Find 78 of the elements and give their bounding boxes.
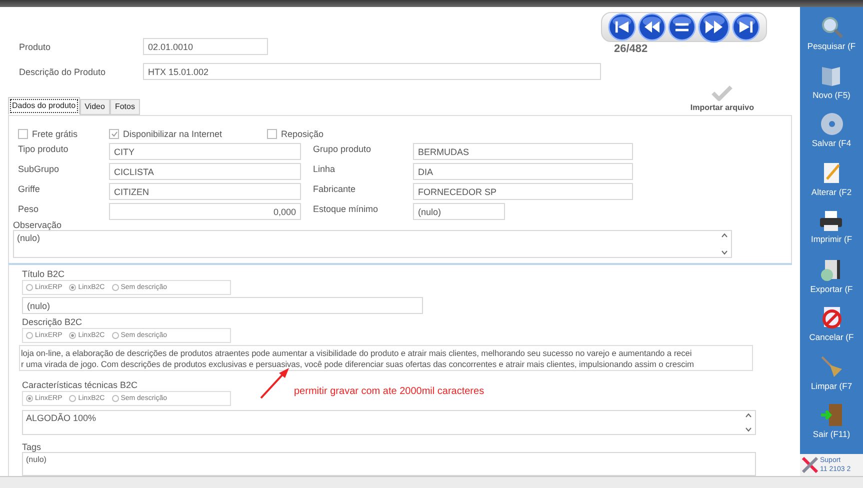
- field-label: Observação: [13, 220, 63, 230]
- checkbox[interactable]: [109, 129, 119, 140]
- sidebar-action-button[interactable]: Novo (F5): [812, 58, 850, 106]
- radio-button[interactable]: [69, 332, 76, 339]
- section-label: Título B2C: [22, 269, 66, 279]
- checkbox-label: Frete grátis: [32, 129, 78, 140]
- door-icon: [820, 403, 844, 428]
- checkbox-label: Disponibilizar na Internet: [123, 129, 222, 140]
- import-file-label[interactable]: Importar arquivo: [690, 103, 754, 112]
- radio-button[interactable]: [26, 395, 33, 402]
- tab[interactable]: Dados do produto: [8, 97, 80, 116]
- section-label: Descrição B2C: [22, 317, 84, 327]
- radio-button[interactable]: [112, 284, 119, 291]
- broom-icon: [820, 354, 844, 379]
- radio-button[interactable]: [69, 395, 76, 402]
- field-label: Descrição do Produto: [19, 66, 107, 76]
- search-icon: [820, 15, 844, 40]
- description-field[interactable]: loja on-line, a elaboração de descrições de produtos atraentes pode aumentar a visibilidade do produto e atrair mais clientes, melhorando seu sucesso no varejo e aumentando a recei r uma virada de jogo. Com descrições de produtos exclusivas e persuasivas, você pode diferenciar suas ofertas das concorrentes e atrair mais clientes, impulsionando assim o crescim: [19, 345, 753, 371]
- sidebar-action-button[interactable]: Cancelar (F: [809, 300, 854, 348]
- input-field[interactable]: CITIZEN: [109, 183, 301, 200]
- checkbox[interactable]: [267, 129, 277, 140]
- record-counter: 26/482: [614, 43, 648, 55]
- field-label: Tipo produto: [18, 143, 70, 156]
- prohibited-icon: [820, 306, 842, 330]
- title-field[interactable]: (nulo): [22, 297, 423, 314]
- field-label: Estoque mínimo: [313, 203, 380, 216]
- scroll-up-icon[interactable]: [745, 413, 752, 418]
- x-logo-icon: [802, 457, 818, 473]
- scroll-up-icon[interactable]: [721, 233, 728, 238]
- field-label: SubGrupo: [18, 163, 60, 176]
- input-field[interactable]: CITY: [109, 143, 301, 160]
- pencil-page-icon: [822, 160, 842, 185]
- radio-button[interactable]: [112, 395, 119, 402]
- tab[interactable]: Fotos: [110, 99, 140, 116]
- sidebar-action-button[interactable]: Pesquisar (F: [807, 9, 856, 58]
- input-field[interactable]: HTX 15.01.002: [143, 63, 601, 80]
- tags-field[interactable]: (nulo): [22, 452, 756, 476]
- scroll-down-icon[interactable]: [721, 250, 728, 256]
- input-field[interactable]: (nulo): [413, 203, 505, 220]
- disc-icon: [820, 112, 844, 136]
- sidebar-action-button[interactable]: Salvar (F4: [812, 106, 852, 154]
- next-record-button[interactable]: [698, 11, 730, 43]
- first-record-button[interactable]: [608, 13, 636, 41]
- radio-button[interactable]: [112, 332, 119, 339]
- field-label: Grupo produto: [313, 143, 372, 156]
- input-field[interactable]: 0,000: [109, 203, 301, 220]
- radio-button[interactable]: [69, 284, 76, 291]
- checkmark-icon[interactable]: [711, 85, 734, 102]
- printer-icon: [819, 210, 844, 232]
- annotation-text: permitir gravar com ate 2000mil caracteres: [294, 386, 484, 397]
- input-field[interactable]: BERMUDAS: [413, 143, 633, 160]
- input-field[interactable]: DIA: [413, 163, 633, 180]
- last-record-button[interactable]: [732, 13, 760, 41]
- field-label: Produto: [19, 42, 52, 52]
- section-label: Tags: [22, 442, 42, 452]
- sidebar-action-button[interactable]: Alterar (F2: [811, 154, 852, 203]
- sidebar-action-button[interactable]: Exportar (F: [810, 252, 853, 300]
- field-label: Peso: [18, 203, 40, 216]
- radio-button[interactable]: [26, 284, 33, 291]
- previous-record-button[interactable]: [638, 13, 666, 41]
- checkbox-label: Reposição: [281, 129, 324, 140]
- input-field[interactable]: 02.01.0010: [143, 38, 268, 55]
- radio-button[interactable]: [26, 332, 33, 339]
- observation-field[interactable]: (nulo): [13, 230, 732, 258]
- field-label: Griffe: [18, 183, 41, 196]
- sidebar-action-button[interactable]: Imprimir (F: [810, 203, 852, 252]
- input-field[interactable]: FORNECEDOR SP: [413, 183, 633, 200]
- section-label: Características técnicas B2C: [22, 380, 139, 390]
- list-record-button[interactable]: [668, 13, 696, 41]
- checkbox[interactable]: [18, 129, 28, 140]
- sidebar-action-button[interactable]: Sair (F11): [812, 397, 850, 446]
- sidebar-action-button[interactable]: Limpar (F7: [810, 348, 852, 397]
- field-label: Linha: [313, 163, 336, 176]
- input-field[interactable]: CICLISTA: [109, 163, 301, 180]
- tab[interactable]: Video: [80, 99, 110, 116]
- scroll-down-icon[interactable]: [745, 427, 752, 432]
- field-label: Fabricante: [313, 183, 357, 196]
- technical-field[interactable]: ALGODÃO 100%: [22, 410, 756, 435]
